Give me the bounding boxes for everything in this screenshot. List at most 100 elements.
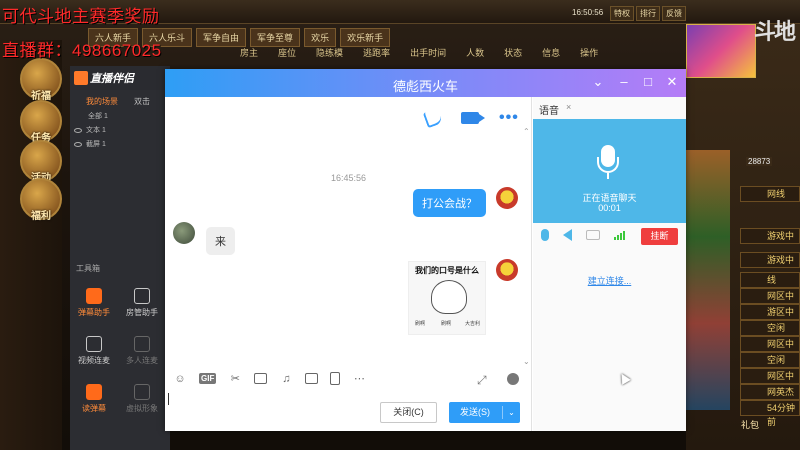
game-tab[interactable]: 欢乐新手 bbox=[340, 28, 391, 47]
list-item[interactable]: 游区中 bbox=[740, 304, 800, 320]
game-tab[interactable]: 军争自由 bbox=[196, 28, 247, 47]
task-button[interactable]: 任务 bbox=[20, 100, 62, 144]
minimize-icon[interactable]: – bbox=[616, 74, 632, 90]
outgoing-message: 打公会战？ bbox=[413, 189, 486, 217]
avatar[interactable] bbox=[496, 259, 518, 281]
incoming-message: 来 bbox=[206, 227, 235, 255]
mic-toggle-icon[interactable] bbox=[541, 229, 549, 241]
game-clock: 16:50:56 bbox=[572, 8, 604, 17]
list-item[interactable]: 54分钟前 bbox=[740, 400, 800, 427]
avatar-icon bbox=[134, 384, 150, 400]
scene-item-text[interactable]: 文本 1 bbox=[70, 121, 170, 135]
scroll-down-icon[interactable]: ⌄ bbox=[523, 357, 530, 366]
voice-chat-panel: 语音 × 正在语音聊天 00:01 挂断 建立连接... bbox=[533, 97, 686, 431]
welfare-button[interactable]: 福利 bbox=[20, 178, 62, 222]
gif-icon[interactable]: GIF bbox=[199, 373, 217, 384]
gift-button[interactable]: 礼包 bbox=[741, 418, 759, 431]
message-timestamp: 16:45:56 bbox=[330, 173, 367, 183]
feedback-button[interactable]: 反馈 bbox=[662, 6, 686, 21]
side-button-label: 福利 bbox=[31, 211, 51, 222]
danmaku-assistant-button[interactable]: 弹幕助手 bbox=[70, 288, 118, 318]
send-button-label: 发送(S) bbox=[460, 407, 490, 417]
rank-button[interactable]: 排行 bbox=[636, 6, 660, 21]
list-item[interactable]: 游戏中 bbox=[740, 252, 800, 268]
close-icon[interactable]: ✕ bbox=[664, 74, 680, 90]
privilege-button[interactable]: 特权 bbox=[610, 6, 634, 21]
send-button[interactable]: 发送(S) ⌄ bbox=[449, 402, 520, 423]
online-count: 28873 bbox=[746, 157, 773, 166]
promo-banner[interactable] bbox=[686, 24, 756, 78]
voice-timer: 00:01 bbox=[598, 203, 621, 213]
more-icon[interactable]: ••• bbox=[499, 109, 519, 127]
avatar[interactable] bbox=[496, 187, 518, 209]
column-header: 状态 bbox=[504, 48, 523, 58]
scene-tabs: 我的场景 双击 bbox=[70, 90, 170, 107]
sticker-caption: 我们的口号是什么 bbox=[415, 266, 479, 275]
tool-label: 房管助手 bbox=[126, 308, 158, 317]
companion-logo-icon bbox=[74, 71, 88, 85]
sticker-text: 刷啊 bbox=[415, 321, 426, 327]
tool-label: 读弹幕 bbox=[82, 404, 106, 413]
tool-label: 弹幕助手 bbox=[78, 308, 110, 317]
list-item[interactable]: 空闲 bbox=[740, 352, 800, 368]
live-companion-panel: 直播伴侣 我的场景 双击 全部 1 文本 1 截屏 1 工具箱 弹幕助手 房管助… bbox=[70, 66, 170, 450]
image-icon[interactable] bbox=[305, 373, 319, 384]
screen-icon[interactable] bbox=[330, 372, 341, 385]
emoji-icon[interactable]: ☺ bbox=[173, 373, 187, 385]
hangup-button[interactable]: 挂断 bbox=[641, 228, 678, 245]
voice-status-card: 正在语音聊天 00:01 bbox=[533, 119, 686, 223]
folder-icon[interactable] bbox=[254, 373, 268, 384]
column-header: 逃跑率 bbox=[363, 48, 391, 58]
read-danmaku-button[interactable]: 读弹幕 bbox=[70, 384, 118, 414]
close-icon[interactable]: × bbox=[566, 102, 571, 112]
game-tab[interactable]: 欢乐 bbox=[304, 28, 337, 47]
multi-link-button[interactable]: 多人连麦 bbox=[118, 336, 166, 366]
scissors-icon[interactable]: ✂ bbox=[228, 372, 242, 385]
list-item[interactable]: 网线 bbox=[740, 186, 800, 202]
video-call-icon[interactable] bbox=[461, 112, 485, 124]
maximize-icon[interactable]: □ bbox=[640, 74, 656, 90]
expand-icon[interactable]: ⤢ bbox=[477, 373, 487, 388]
eye-icon[interactable] bbox=[74, 141, 82, 147]
hamster-sticker-icon bbox=[431, 280, 467, 314]
establish-connection-link[interactable]: 建立连接... bbox=[533, 274, 686, 287]
event-button[interactable]: 活动 bbox=[20, 140, 62, 184]
list-item[interactable]: 空闲 bbox=[740, 320, 800, 336]
avatar[interactable] bbox=[173, 222, 195, 244]
speaker-icon[interactable] bbox=[563, 229, 572, 241]
camera-icon[interactable] bbox=[586, 230, 600, 240]
multi-link-icon bbox=[134, 336, 150, 352]
music-icon[interactable]: ♫ bbox=[279, 373, 293, 385]
room-admin-button[interactable]: 房管助手 bbox=[118, 288, 166, 318]
virtual-avatar-button[interactable]: 虚拟形象 bbox=[118, 384, 166, 414]
video-link-button[interactable]: 视频连麦 bbox=[70, 336, 118, 366]
list-item[interactable]: 网区中 bbox=[740, 288, 800, 304]
column-header: 座位 bbox=[278, 48, 297, 58]
tab-double[interactable]: 双击 bbox=[134, 96, 150, 107]
sticker-text: 大吉利 bbox=[465, 321, 481, 327]
list-item[interactable]: 网区中 bbox=[740, 336, 800, 352]
eye-icon[interactable] bbox=[74, 127, 82, 133]
chevron-down-icon[interactable]: ⌄ bbox=[590, 74, 606, 90]
tab-voice[interactable]: 语音 bbox=[539, 102, 559, 117]
scene-item-screenshot[interactable]: 截屏 1 bbox=[70, 135, 170, 149]
pray-button[interactable]: 祈福 bbox=[20, 58, 62, 102]
sticker-message: 我们的口号是什么 刷啊 刷啊 大吉利 bbox=[408, 261, 486, 335]
history-clock-icon[interactable] bbox=[507, 373, 519, 385]
scene-all[interactable]: 全部 1 bbox=[70, 107, 170, 121]
list-item[interactable]: 网英杰 bbox=[740, 384, 800, 400]
chevron-down-icon[interactable]: ⌄ bbox=[503, 402, 520, 423]
chat-title-bar[interactable]: 德彪西火车 ⌄ – □ ✕ bbox=[165, 69, 686, 97]
list-item[interactable]: 网区中 bbox=[740, 368, 800, 384]
list-item[interactable]: 线 bbox=[740, 272, 800, 288]
scroll-up-icon[interactable]: ⌃ bbox=[523, 127, 530, 136]
game-tab[interactable]: 军争至尊 bbox=[250, 28, 301, 47]
scene-all-label: 全部 1 bbox=[88, 113, 108, 120]
more-icon[interactable]: ⋯ bbox=[352, 372, 366, 385]
chat-conversation-pane: ••• ⌃ 16:45:56 打公会战？ 来 我们的口号是什么 刷啊 刷啊 大吉… bbox=[165, 97, 532, 431]
phone-icon[interactable] bbox=[422, 107, 444, 129]
tab-my-scenes[interactable]: 我的场景 bbox=[86, 96, 118, 107]
list-item[interactable]: 游戏中 bbox=[740, 228, 800, 244]
close-button[interactable]: 关闭(C) bbox=[380, 402, 437, 423]
tool-label: 视频连麦 bbox=[78, 356, 110, 365]
